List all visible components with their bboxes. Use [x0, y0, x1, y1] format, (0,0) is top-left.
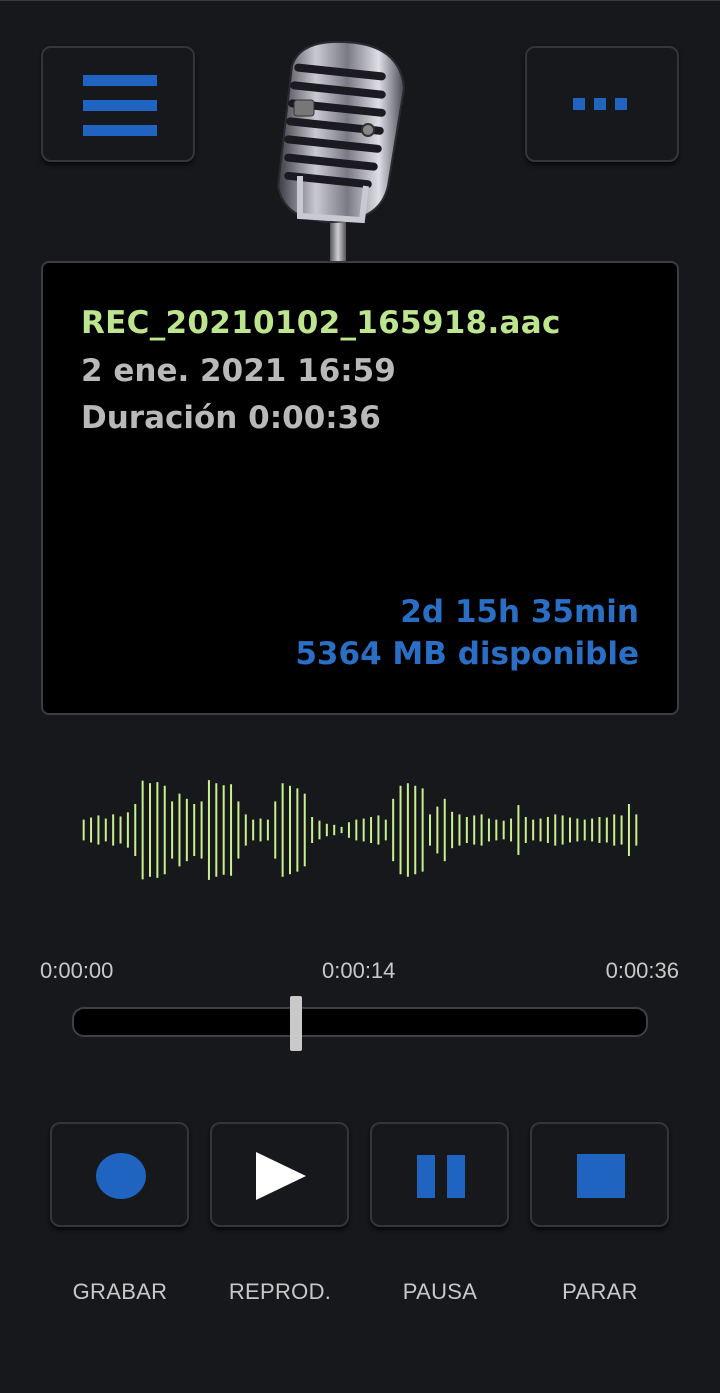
hamburger-menu-icon	[83, 75, 157, 137]
audio-waveform	[82, 780, 638, 880]
time-current-label: 0:00:14	[322, 958, 396, 983]
recording-info-panel: REC_20210102_165918.aac 2 ene. 2021 16:5…	[41, 261, 679, 715]
play-icon	[256, 1152, 306, 1200]
recording-datetime: 2 ene. 2021 16:59	[81, 353, 396, 389]
time-start-label: 0:00:00	[40, 958, 114, 983]
seek-thumb[interactable]	[290, 996, 303, 1051]
record-dot-icon	[96, 1153, 146, 1199]
remaining-time: 2d 15h 35min	[400, 594, 639, 630]
more-dots-icon	[573, 98, 633, 112]
storage-available: 5364 MB disponible	[295, 636, 639, 672]
play-button[interactable]	[210, 1122, 349, 1227]
pause-button[interactable]	[370, 1122, 509, 1227]
stop-icon	[577, 1154, 625, 1198]
menu-button[interactable]	[41, 46, 195, 162]
status-divider	[0, 0, 720, 1]
stop-label: PARAR	[562, 1279, 638, 1304]
time-end-label: 0:00:36	[605, 958, 679, 983]
record-label: GRABAR	[72, 1279, 168, 1304]
pause-label: PAUSA	[402, 1279, 478, 1304]
more-options-button[interactable]	[525, 46, 679, 162]
seek-bar[interactable]	[72, 1007, 648, 1037]
play-label: REPROD.	[228, 1279, 332, 1304]
microphone-logo-icon	[276, 40, 406, 264]
stop-button[interactable]	[530, 1122, 669, 1227]
recording-duration: Duración 0:00:36	[81, 400, 381, 436]
record-button[interactable]	[50, 1122, 189, 1227]
recording-filename: REC_20210102_165918.aac	[81, 305, 561, 341]
